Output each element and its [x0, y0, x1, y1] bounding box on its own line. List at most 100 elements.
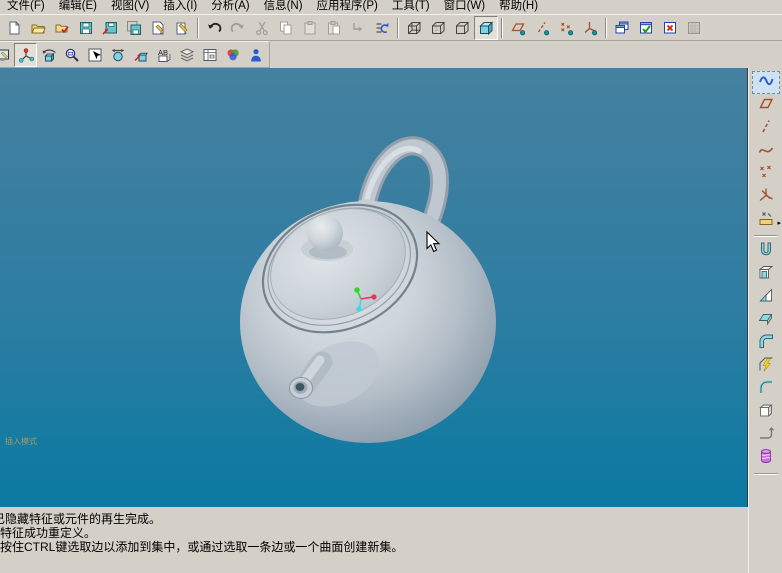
coordinate-system-button[interactable] [752, 186, 780, 209]
paste-special-icon [326, 20, 342, 36]
toolbar-separator [397, 18, 399, 38]
menu-applications[interactable]: 应用程序(P) [310, 0, 385, 14]
window-close-icon [662, 20, 678, 36]
menu-help[interactable]: 帮助(H) [492, 0, 545, 14]
save-icon [78, 20, 94, 36]
datum-point-icon [757, 163, 775, 186]
window-disabled-icon [686, 20, 702, 36]
view-manager-button[interactable] [198, 43, 221, 67]
backup-button[interactable] [122, 16, 146, 40]
redo-button[interactable] [226, 16, 250, 40]
window-activate-button[interactable] [634, 16, 658, 40]
shell-button[interactable] [752, 263, 780, 286]
draft-button[interactable] [752, 286, 780, 309]
blend-button[interactable] [752, 309, 780, 332]
regenerate-button[interactable] [370, 16, 394, 40]
point-display-icon [558, 20, 574, 36]
model-player-button[interactable] [244, 43, 267, 67]
menu-file[interactable]: 文件(F) [0, 0, 52, 14]
rib-arrow-icon [757, 424, 775, 447]
message-line: 特征成功重定义。 [0, 527, 748, 541]
saved-views-button[interactable]: AB [152, 43, 175, 67]
toolbar-separator [501, 18, 503, 38]
refit-button[interactable] [106, 43, 129, 67]
menu-tools[interactable]: 工具(T) [385, 0, 437, 14]
orient-mode-button[interactable] [37, 43, 60, 67]
csys-display-button[interactable] [578, 16, 602, 40]
style-surface-button[interactable] [752, 447, 780, 470]
paste-button[interactable] [298, 16, 322, 40]
graphics-viewport[interactable]: 插入模式 [0, 68, 748, 507]
datum-point-button[interactable] [752, 163, 780, 186]
style-curve-button[interactable] [752, 71, 780, 94]
no-hidden-button[interactable] [450, 16, 474, 40]
backup-icon [126, 20, 142, 36]
spin-center-icon [18, 47, 34, 63]
route-arrow-button[interactable] [346, 16, 370, 40]
appearance-gallery-button[interactable] [221, 43, 244, 67]
layers-button[interactable] [175, 43, 198, 67]
new-window-button[interactable] [610, 16, 634, 40]
new-window-icon [614, 20, 630, 36]
plane-display-button[interactable] [506, 16, 530, 40]
save-button[interactable] [74, 16, 98, 40]
sketch-tool-button[interactable] [752, 209, 780, 232]
menu-insert[interactable]: 插入(I) [156, 0, 204, 14]
open-check-button[interactable] [50, 16, 74, 40]
menu-view[interactable]: 视图(V) [104, 0, 156, 14]
datum-plane-button[interactable] [752, 94, 780, 117]
round-button[interactable] [752, 332, 780, 355]
axis-display-button[interactable] [530, 16, 554, 40]
select-box-button[interactable] [83, 43, 106, 67]
erase-document-button[interactable] [170, 16, 194, 40]
save-as-icon [102, 20, 118, 36]
flyout-arrow-icon[interactable]: ▸ [777, 220, 781, 227]
menu-analysis[interactable]: 分析(A) [204, 0, 256, 14]
cut-icon [254, 20, 270, 36]
round-small-icon [757, 378, 775, 401]
point-display-button[interactable] [554, 16, 578, 40]
shell-icon [757, 263, 775, 286]
save-as-button[interactable] [98, 16, 122, 40]
redraw-icon [0, 47, 11, 63]
message-line: 按住CTRL键选取边以添加到集中，或通过选取一条边或一个曲面创建新集。 [0, 541, 748, 555]
window-disabled-button[interactable] [682, 16, 706, 40]
menu-window[interactable]: 窗口(W) [437, 0, 493, 14]
blend-icon [757, 309, 775, 332]
erase-document-icon [174, 20, 190, 36]
datum-axis-button[interactable] [752, 117, 780, 140]
new-document-button[interactable] [2, 16, 26, 40]
new-document-icon [6, 20, 22, 36]
cad-application-window: { "menu_bar": { "items": [ { "label": "文… [0, 0, 782, 573]
redo-icon [230, 20, 246, 36]
paste-special-button[interactable] [322, 16, 346, 40]
window-close-button[interactable] [658, 16, 682, 40]
hidden-line-cube-icon [430, 20, 446, 36]
coordinate-system-icon [757, 186, 775, 209]
insert-mode-label: 插入模式 [5, 436, 37, 447]
spin-center-button[interactable] [14, 43, 37, 67]
round-icon [757, 332, 775, 355]
saved-views-icon: AB [156, 47, 172, 63]
zoom-in-button[interactable] [60, 43, 83, 67]
wireframe-button[interactable] [402, 16, 426, 40]
reorient-button[interactable] [129, 43, 152, 67]
undo-button[interactable] [202, 16, 226, 40]
hidden-line-button[interactable] [426, 16, 450, 40]
chamfer-button[interactable] [752, 355, 780, 378]
open-button[interactable] [26, 16, 50, 40]
edit-document-button[interactable] [146, 16, 170, 40]
round-small-button[interactable] [752, 378, 780, 401]
redraw-button[interactable] [0, 43, 14, 67]
curve-icon [757, 140, 775, 163]
curve-tool-button[interactable] [752, 140, 780, 163]
menu-info[interactable]: 信息(N) [257, 0, 310, 14]
copy-button[interactable] [274, 16, 298, 40]
shaded-button[interactable] [474, 16, 498, 40]
extrude-button[interactable] [752, 240, 780, 263]
cut-button[interactable] [250, 16, 274, 40]
menu-edit[interactable]: 编辑(E) [52, 0, 104, 14]
rib-arrow-button[interactable] [752, 424, 780, 447]
main-toolbar [0, 14, 782, 41]
hole-button[interactable] [752, 401, 780, 424]
